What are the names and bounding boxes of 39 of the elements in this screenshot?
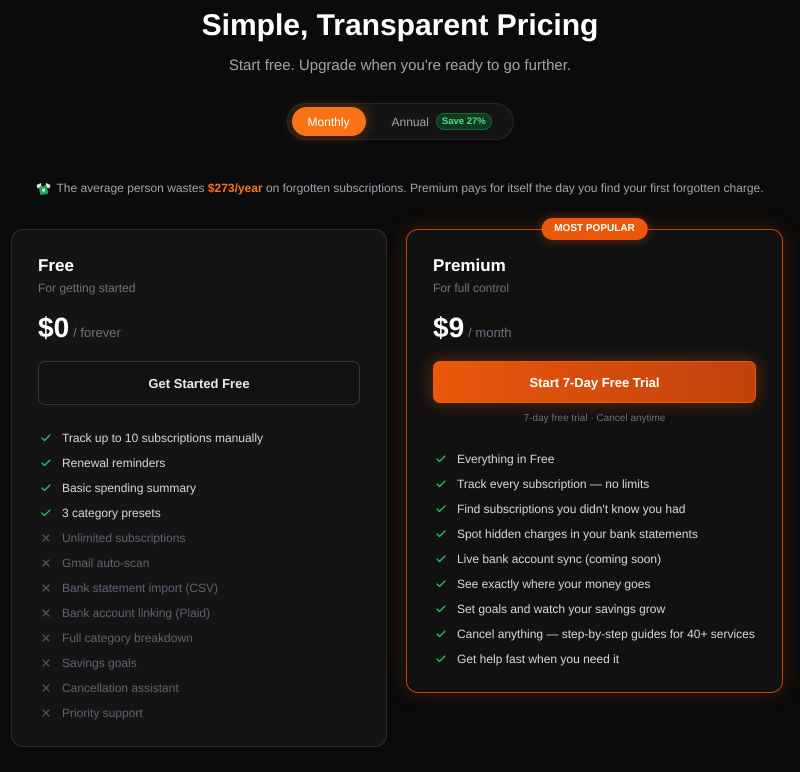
feature-text: Live bank account sync (coming soon): [457, 550, 662, 566]
plan-price: $0: [38, 311, 70, 345]
page-subtitle: Start free. Upgrade when you're ready to go further.: [228, 56, 572, 76]
feature-text: Bank account linking (Plaid): [62, 604, 210, 620]
feature-text: Get help fast when you need it: [457, 650, 620, 666]
trial-note: 7-day free trial · Cancel anytime: [522, 412, 666, 426]
price-period: / forever: [73, 325, 121, 340]
get-started-button[interactable]: Get Started Free: [38, 361, 360, 405]
feature-text: Gmail auto-scan: [62, 554, 150, 570]
feature-text: Find subscriptions you didn't know you had: [457, 500, 686, 516]
feature-text: Full category breakdown: [62, 630, 193, 646]
feature-text: Bank statement import (CSV): [62, 580, 218, 596]
billing-option[interactable]: Annual Save 27%: [386, 107, 498, 136]
feature-text: Renewal reminders: [62, 454, 166, 470]
feature-text: Cancel anything — step-by-step guides for 40+ services: [457, 626, 755, 642]
feature-text: Everything in Free: [457, 450, 554, 466]
feature-text: 3 category presets: [62, 504, 161, 520]
plan-tagline: For full control: [433, 280, 510, 296]
popular-badge: MOST POPULAR: [541, 218, 648, 240]
feature-text: Track up to 10 subscriptions manually: [62, 430, 263, 446]
savings-note: The average person wastes $273/year on forgotten subscriptions. Premium pays for itself the day you find your first forgotten charge.: [56, 180, 764, 196]
money-with-wings-icon: [36, 182, 52, 194]
plan-price: $9: [433, 311, 464, 345]
feature-text: Cancellation assistant: [62, 680, 179, 696]
feature-text: Unlimited subscriptions: [62, 530, 186, 546]
plan-name: Premium: [433, 255, 507, 277]
feature-text: Basic spending summary: [62, 480, 196, 496]
feature-text: Savings goals: [62, 654, 137, 670]
feature-text: See exactly where your money goes: [457, 576, 650, 592]
feature-text: Spot hidden charges in your bank statements: [457, 526, 698, 542]
plan-tagline: For getting started: [38, 280, 136, 296]
start-trial-button[interactable]: Start 7-Day Free Trial: [433, 361, 756, 403]
page-title: Simple, Transparent Pricing: [202, 8, 598, 44]
price-period: / month: [468, 325, 512, 340]
feature-text: Priority support: [62, 704, 143, 720]
feature-text: Track every subscription — no limits: [457, 476, 650, 492]
plan-name: Free: [38, 255, 75, 277]
feature-text: Set goals and watch your savings grow: [457, 600, 666, 616]
save-badge: Save 27%: [436, 113, 492, 130]
